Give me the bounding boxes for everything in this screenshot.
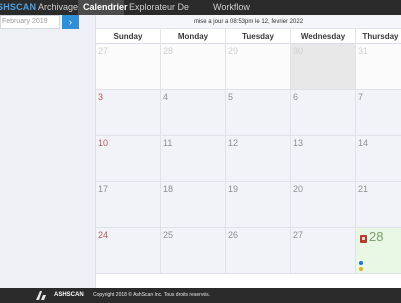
- calendar-day-cell[interactable]: 31: [356, 44, 401, 90]
- calendar-day-cell[interactable]: 27: [96, 44, 161, 90]
- calendar-day-cell-today[interactable]: 28: [356, 228, 401, 274]
- day-number: 6: [293, 92, 299, 102]
- day-number: 4: [163, 92, 169, 102]
- day-number: 21: [358, 184, 369, 194]
- day-number: 12: [228, 138, 239, 148]
- day-header-wednesday: Wednesday: [291, 29, 356, 44]
- nav-explorateur[interactable]: Explorateur De Fichier: [129, 0, 209, 27]
- day-number: 5: [228, 92, 234, 102]
- month-picker-input[interactable]: February 2019: [0, 15, 60, 29]
- day-number: 10: [98, 138, 109, 148]
- day-number: 30: [293, 46, 304, 56]
- calendar-day-cell[interactable]: 6: [291, 90, 356, 136]
- day-number: 28: [369, 229, 384, 244]
- calendar-day-cell[interactable]: 4: [161, 90, 226, 136]
- calendar-day-cell[interactable]: 7: [356, 90, 401, 136]
- event-dot-yellow-icon[interactable]: [359, 267, 363, 271]
- day-number: 25: [163, 230, 174, 240]
- calendar-day-cell[interactable]: 24: [96, 228, 161, 274]
- event-dot-blue-icon[interactable]: [359, 261, 363, 265]
- calendar-day-cell[interactable]: 10: [96, 136, 161, 182]
- calendar-day-cell[interactable]: 11: [161, 136, 226, 182]
- calendar-day-cell[interactable]: 30: [291, 44, 356, 90]
- day-header-tuesday: Tuesday: [226, 29, 291, 44]
- top-navbar: SHSCAN Archivage Calendrier Explorateur …: [0, 0, 401, 27]
- next-month-button[interactable]: ›: [62, 15, 79, 29]
- day-number: 20: [293, 184, 304, 194]
- calendar-day-cell[interactable]: 19: [226, 182, 291, 228]
- last-update-text: mise a jour a 08:53pm le 12, fevrier 202…: [96, 15, 401, 29]
- calendar-day-headers: Sunday Monday Tuesday Wednesday Thursday: [96, 29, 401, 44]
- day-number: 11: [163, 138, 173, 148]
- calendar-day-cell[interactable]: 5: [226, 90, 291, 136]
- day-number: 14: [358, 138, 369, 148]
- calendar-day-cell[interactable]: 26: [226, 228, 291, 274]
- day-number: 13: [293, 138, 304, 148]
- day-number: 7: [358, 92, 364, 102]
- day-header-sunday: Sunday: [96, 29, 161, 44]
- day-number: 28: [163, 46, 174, 56]
- brand-logo[interactable]: SHSCAN: [0, 0, 36, 15]
- day-number: 3: [98, 92, 104, 102]
- footer-brand: ASHSCAN: [54, 292, 84, 298]
- left-panel: [0, 15, 96, 288]
- calendar-day-cell[interactable]: 3: [96, 90, 161, 136]
- calendar-day-cell[interactable]: 28: [161, 44, 226, 90]
- calendar-day-cell[interactable]: 18: [161, 182, 226, 228]
- calendar-day-cell[interactable]: 25: [161, 228, 226, 274]
- calendar-day-cell[interactable]: 29: [226, 44, 291, 90]
- day-number: 26: [228, 230, 239, 240]
- day-number: 27: [293, 230, 304, 240]
- footer: ASHSCAN Copyright 2018 © AshScan Inc. To…: [0, 288, 401, 303]
- nav-calendrier[interactable]: Calendrier: [78, 0, 128, 15]
- ashscan-logo-icon: [36, 291, 46, 300]
- day-number: 19: [228, 184, 239, 194]
- day-number: 17: [98, 184, 109, 194]
- calendar-day-cell[interactable]: 20: [291, 182, 356, 228]
- calendar-day-cell[interactable]: 17: [96, 182, 161, 228]
- calendar-day-cell[interactable]: 12: [226, 136, 291, 182]
- day-number: 31: [358, 46, 369, 56]
- day-header-thursday: Thursday: [356, 29, 401, 44]
- calendar-day-cell[interactable]: 21: [356, 182, 401, 228]
- calendar-day-cell[interactable]: 27: [291, 228, 356, 274]
- day-header-monday: Monday: [161, 29, 226, 44]
- day-number: 18: [163, 184, 174, 194]
- calendar-day-cell[interactable]: 14: [356, 136, 401, 182]
- calendar-day-cell[interactable]: 13: [291, 136, 356, 182]
- day-number: 29: [228, 46, 239, 56]
- nav-workflow[interactable]: Workflow: [213, 0, 253, 15]
- nav-archivage[interactable]: Archivage: [38, 0, 78, 15]
- day-number: 27: [98, 46, 109, 56]
- calendar-event-icon[interactable]: [360, 235, 367, 243]
- day-number: 24: [98, 230, 109, 240]
- footer-copyright: Copyright 2018 © AshScan Inc. Tous droit…: [93, 292, 210, 298]
